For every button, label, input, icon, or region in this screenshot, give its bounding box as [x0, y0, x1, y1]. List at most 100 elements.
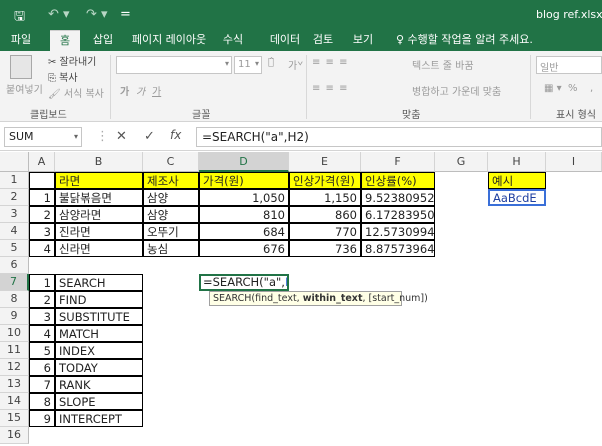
- table-cell[interactable]: 삼양라면: [55, 206, 143, 223]
- wrap-text-button[interactable]: 텍스트 줄 바꿈: [412, 57, 474, 72]
- row-header[interactable]: 9: [0, 308, 29, 325]
- shrink-font-button[interactable]: 가̌: [288, 57, 297, 72]
- cut-button[interactable]: ✂ 잘라내기: [48, 53, 96, 68]
- insert-function-icon[interactable]: fx: [170, 128, 181, 142]
- merge-center-button[interactable]: 병합하고 가운데 맞춤: [412, 83, 501, 98]
- table-cell[interactable]: 8.875739645: [361, 240, 435, 257]
- column-header-e[interactable]: E: [289, 152, 361, 172]
- list-item-number[interactable]: 2: [29, 291, 55, 308]
- table-cell[interactable]: 810: [199, 206, 289, 223]
- number-format-combo[interactable]: 일반: [536, 56, 602, 74]
- tab-review[interactable]: 검토: [308, 30, 338, 51]
- table-cell[interactable]: 770: [289, 223, 361, 240]
- example-value-cell[interactable]: AaBcdE: [488, 189, 546, 206]
- table-cell[interactable]: 불닭볶음면: [55, 189, 143, 206]
- underline-button[interactable]: 가: [152, 83, 161, 98]
- list-item-number[interactable]: 5: [29, 342, 55, 359]
- list-item-number[interactable]: 6: [29, 359, 55, 376]
- list-item[interactable]: FIND: [55, 291, 143, 308]
- table-cell[interactable]: 736: [289, 240, 361, 257]
- table-cell[interactable]: 12.57309942: [361, 223, 435, 240]
- currency-icon[interactable]: ▦ ▾: [544, 83, 562, 94]
- format-painter-button[interactable]: 🖌 서식 복사: [48, 85, 104, 100]
- comma-button[interactable]: ,: [590, 83, 593, 94]
- table-cell[interactable]: 진라면: [55, 223, 143, 240]
- example-header[interactable]: 예시: [488, 172, 546, 189]
- tell-me-search[interactable]: ♀ 수행할 작업을 알려 주세요.: [396, 30, 533, 51]
- table-cell[interactable]: 오뚜기: [143, 223, 199, 240]
- tab-data[interactable]: 데이터: [262, 30, 308, 51]
- active-cell-d7[interactable]: =SEARCH("a",H2): [199, 274, 289, 291]
- table-header[interactable]: 라면: [55, 172, 143, 189]
- tab-page-layout[interactable]: 페이지 레이아웃: [124, 30, 214, 51]
- list-item[interactable]: RANK: [55, 376, 143, 393]
- tab-insert[interactable]: 삽입: [86, 30, 120, 51]
- save-icon[interactable]: 🖫: [14, 7, 25, 29]
- list-item-number[interactable]: 4: [29, 325, 55, 342]
- percent-button[interactable]: %: [568, 83, 578, 94]
- table-cell[interactable]: 6.172839506: [361, 206, 435, 223]
- align-top-icon[interactable]: ≡ ≡ ≡: [312, 57, 349, 68]
- tab-formulas[interactable]: 수식: [216, 30, 250, 51]
- column-header-a[interactable]: A: [29, 152, 55, 172]
- redo-icon[interactable]: ↷ ▾: [86, 7, 108, 22]
- paste-button[interactable]: 붙여넣기: [6, 81, 43, 96]
- row-header[interactable]: 7: [0, 274, 29, 291]
- table-cell[interactable]: 4: [29, 240, 55, 257]
- table-header[interactable]: 인상가격(원): [289, 172, 361, 189]
- column-header-f[interactable]: F: [361, 152, 435, 172]
- list-item[interactable]: SEARCH: [55, 274, 143, 291]
- list-item-number[interactable]: 9: [29, 410, 55, 427]
- row-header[interactable]: 5: [0, 240, 29, 257]
- cell-a1[interactable]: [29, 172, 55, 189]
- font-size-combo[interactable]: 11 ▾: [234, 56, 262, 74]
- row-header[interactable]: 2: [0, 189, 29, 206]
- italic-button[interactable]: 가: [136, 83, 145, 98]
- table-cell[interactable]: 684: [199, 223, 289, 240]
- row-header[interactable]: 6: [0, 257, 29, 274]
- list-item[interactable]: TODAY: [55, 359, 143, 376]
- table-header[interactable]: 제조사: [143, 172, 199, 189]
- name-box[interactable]: SUM ▾: [4, 127, 82, 147]
- table-cell[interactable]: 676: [199, 240, 289, 257]
- copy-button[interactable]: ⎘ 복사: [48, 69, 78, 84]
- table-cell[interactable]: 농심: [143, 240, 199, 257]
- table-cell[interactable]: 1,050: [199, 189, 289, 206]
- list-item-number[interactable]: 8: [29, 393, 55, 410]
- table-header[interactable]: 인상률(%): [361, 172, 435, 189]
- column-header-b[interactable]: B: [55, 152, 143, 172]
- list-item[interactable]: SLOPE: [55, 393, 143, 410]
- enter-icon[interactable]: ✓: [144, 129, 155, 144]
- align-left-icon[interactable]: ≡ ≡ ≡: [312, 83, 349, 94]
- list-item[interactable]: INTERCEPT: [55, 410, 143, 427]
- table-cell[interactable]: 9.523809524: [361, 189, 435, 206]
- font-name-combo[interactable]: ▾: [116, 56, 232, 74]
- list-item[interactable]: INDEX: [55, 342, 143, 359]
- row-header[interactable]: 8: [0, 291, 29, 308]
- row-header[interactable]: 11: [0, 342, 29, 359]
- grow-font-button[interactable]: 가̂: [268, 57, 274, 68]
- row-header[interactable]: 3: [0, 206, 29, 223]
- list-item-number[interactable]: 1: [29, 274, 55, 291]
- bold-button[interactable]: 가: [120, 83, 129, 98]
- table-cell[interactable]: 삼양: [143, 189, 199, 206]
- column-header-i[interactable]: I: [546, 152, 602, 172]
- row-header[interactable]: 12: [0, 359, 29, 376]
- formula-input[interactable]: =SEARCH("a",H2): [196, 127, 602, 147]
- row-header[interactable]: 14: [0, 393, 29, 410]
- table-cell[interactable]: 신라면: [55, 240, 143, 257]
- tab-file[interactable]: 파일: [4, 30, 38, 51]
- row-header[interactable]: 16: [0, 427, 29, 444]
- cancel-icon[interactable]: ✕: [116, 129, 127, 144]
- column-header-c[interactable]: C: [143, 152, 199, 172]
- table-cell[interactable]: 860: [289, 206, 361, 223]
- table-cell[interactable]: 3: [29, 223, 55, 240]
- table-cell[interactable]: 1: [29, 189, 55, 206]
- table-cell[interactable]: 2: [29, 206, 55, 223]
- select-all-corner[interactable]: [0, 152, 29, 172]
- customize-toolbar-icon[interactable]: =: [120, 7, 131, 22]
- row-header[interactable]: 15: [0, 410, 29, 427]
- tab-home[interactable]: 홈: [50, 30, 80, 51]
- list-item[interactable]: MATCH: [55, 325, 143, 342]
- row-header[interactable]: 4: [0, 223, 29, 240]
